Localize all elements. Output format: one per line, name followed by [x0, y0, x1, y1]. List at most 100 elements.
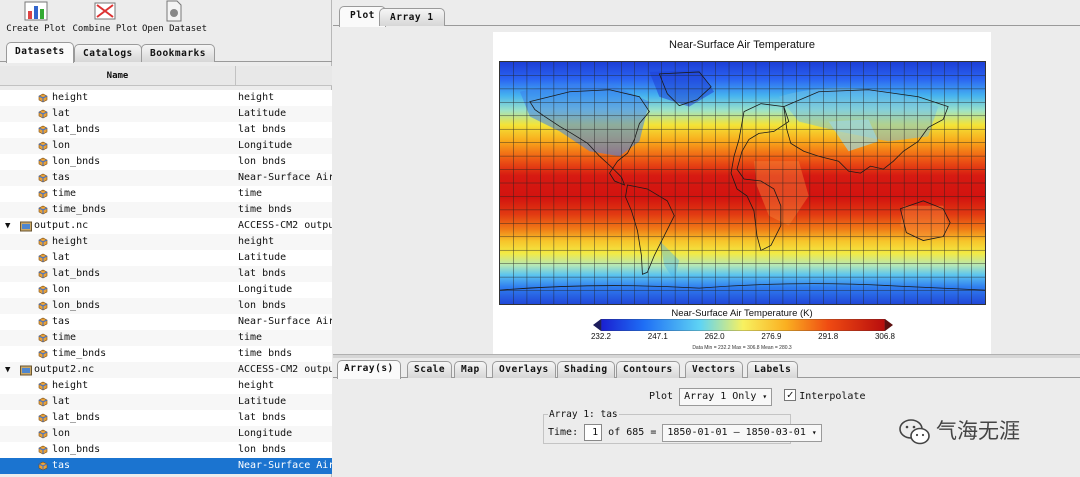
file-row[interactable]: ▼ output.nc ACCESS-CM2 output p	[0, 218, 332, 234]
variable-row[interactable]: tas Near-Surface Air Te	[0, 458, 332, 474]
variable-row[interactable]: time_bnds time bnds	[0, 202, 332, 218]
tab-scale[interactable]: Scale	[407, 361, 453, 378]
row-description: lat bnds	[238, 412, 287, 423]
row-description: ACCESS-CM2 output p	[238, 364, 332, 375]
variable-row[interactable]: time time	[0, 330, 332, 346]
variable-row[interactable]: tas Near-Surface Air Te	[0, 170, 332, 186]
variable-row[interactable]: lon_bnds lon bnds	[0, 442, 332, 458]
row-name: output2.nc	[34, 364, 95, 375]
row-description: Near-Surface Air Te	[238, 460, 332, 471]
dataset-tree: height height lat Latitude lat_bnds lat bnds l…	[0, 90, 332, 474]
row-description: lon bnds	[238, 444, 287, 455]
time-row: Time: 1 of 685 = 1850-01-01 — 1850-03-01…	[548, 424, 822, 442]
left-tab-bar: Datasets Catalogs Bookmarks	[0, 42, 332, 63]
column-header-name[interactable]: Name	[0, 66, 236, 86]
row-description: time	[238, 332, 263, 343]
row-name: lat_bnds	[52, 412, 101, 423]
variable-row[interactable]: lat Latitude	[0, 106, 332, 122]
variable-icon	[38, 157, 48, 167]
file-row[interactable]: ▼ output2.nc ACCESS-CM2 output p	[0, 362, 332, 378]
row-description: time bnds	[238, 204, 293, 215]
row-description: height	[238, 92, 275, 103]
row-name: lat_bnds	[52, 124, 101, 135]
row-description: Latitude	[238, 108, 287, 119]
chevron-down-icon: ▾	[811, 428, 817, 437]
watermark: 气海无涯	[898, 413, 1020, 449]
interpolate-checkbox[interactable]: ✓	[784, 389, 797, 401]
row-name: lat	[52, 396, 71, 407]
tab-shading[interactable]: Shading	[557, 361, 615, 378]
tab-arrays[interactable]: Array(s)	[337, 360, 401, 379]
variable-icon	[38, 173, 48, 183]
row-description: time	[238, 188, 263, 199]
toolbar: Create Plot Combine Plot Open Dataset	[0, 0, 332, 36]
variable-row[interactable]: lon Longitude	[0, 282, 332, 298]
plot-title: Near-Surface Air Temperature	[669, 39, 815, 51]
tab-array-1[interactable]: Array 1	[379, 8, 445, 26]
tab-map[interactable]: Map	[454, 361, 487, 378]
time-range-select[interactable]: 1850-01-01 — 1850-03-01 ▾	[662, 424, 822, 442]
variable-row[interactable]: lat_bnds lat bnds	[0, 266, 332, 282]
time-label: Time:	[548, 427, 579, 438]
data-stats: Data Min = 232.2 Max = 306.8 Mean = 280.…	[692, 345, 792, 351]
row-description: Longitude	[238, 140, 293, 151]
variable-icon	[38, 413, 48, 423]
variable-icon	[38, 285, 48, 295]
tab-catalogs[interactable]: Catalogs	[74, 44, 142, 62]
variable-row[interactable]: time_bnds time bnds	[0, 346, 332, 362]
variable-row[interactable]: lon Longitude	[0, 426, 332, 442]
variable-row[interactable]: height height	[0, 234, 332, 250]
variable-row[interactable]: height height	[0, 378, 332, 394]
splitter-handle[interactable]	[333, 354, 1080, 358]
create-plot-button[interactable]: Create Plot	[6, 0, 66, 36]
row-description: lat bnds	[238, 124, 287, 135]
expand-toggle-icon[interactable]: ▼	[5, 218, 10, 234]
row-name: time	[52, 188, 77, 199]
variable-row[interactable]: lon_bnds lon bnds	[0, 154, 332, 170]
row-name: lat	[52, 108, 71, 119]
variable-row[interactable]: height height	[0, 90, 332, 106]
colorbar-tick-label: 232.2	[590, 332, 612, 341]
colorbar-tick-label: 247.1	[647, 332, 668, 341]
tab-labels[interactable]: Labels	[747, 361, 799, 378]
variable-icon	[38, 109, 48, 119]
tab-bookmarks[interactable]: Bookmarks	[141, 44, 215, 62]
row-name: lon	[52, 428, 71, 439]
time-index-input[interactable]: 1	[584, 424, 603, 441]
plot-mode-value: Array 1 Only	[684, 391, 757, 402]
variable-row[interactable]: lon_bnds lon bnds	[0, 298, 332, 314]
array-legend: Array 1: tas	[548, 409, 619, 420]
row-description: height	[238, 236, 275, 247]
variable-row[interactable]: lat Latitude	[0, 250, 332, 266]
tab-datasets[interactable]: Datasets	[6, 42, 74, 63]
expand-toggle-icon[interactable]: ▼	[5, 362, 10, 378]
row-name: height	[52, 380, 89, 391]
combine-plot-button[interactable]: Combine Plot	[72, 0, 138, 36]
variable-row[interactable]: lat_bnds lat bnds	[0, 122, 332, 138]
variable-row[interactable]: tas Near-Surface Air Te	[0, 314, 332, 330]
colorbar-title: Near-Surface Air Temperature (K)	[671, 308, 813, 319]
wechat-icon	[899, 419, 930, 445]
row-description: Near-Surface Air Te	[238, 172, 332, 183]
variable-row[interactable]: lat Latitude	[0, 394, 332, 410]
row-name: lat	[52, 252, 71, 263]
tab-overlays[interactable]: Overlays	[492, 361, 556, 378]
colorbar-tick-label: 291.8	[818, 332, 839, 341]
plot-mode-select[interactable]: Array 1 Only ▾	[679, 388, 773, 406]
plot-controls: Plot Array 1 Only ▾ ✓ Interpolate	[649, 388, 865, 406]
variable-row[interactable]: lon Longitude	[0, 138, 332, 154]
array-group: Array 1: tas Time: 1 of 685 = 1850-01-01…	[543, 409, 822, 444]
row-name: tas	[52, 460, 71, 471]
open-dataset-button[interactable]: Open Dataset	[142, 0, 207, 36]
row-name: lat_bnds	[52, 268, 101, 279]
tab-contours[interactable]: Contours	[616, 361, 680, 378]
colorbar-tick-label: 262.0	[704, 332, 725, 341]
variable-row[interactable]: lat_bnds lat bnds	[0, 410, 332, 426]
variable-row[interactable]: time time	[0, 186, 332, 202]
tab-vectors[interactable]: Vectors	[685, 361, 743, 378]
plot-tab-bar: Plot Array 1	[333, 6, 1080, 27]
watermark-text: 气海无涯	[936, 419, 1020, 443]
row-name: output.nc	[34, 220, 89, 231]
variable-icon	[38, 269, 48, 279]
variable-icon	[38, 317, 48, 327]
